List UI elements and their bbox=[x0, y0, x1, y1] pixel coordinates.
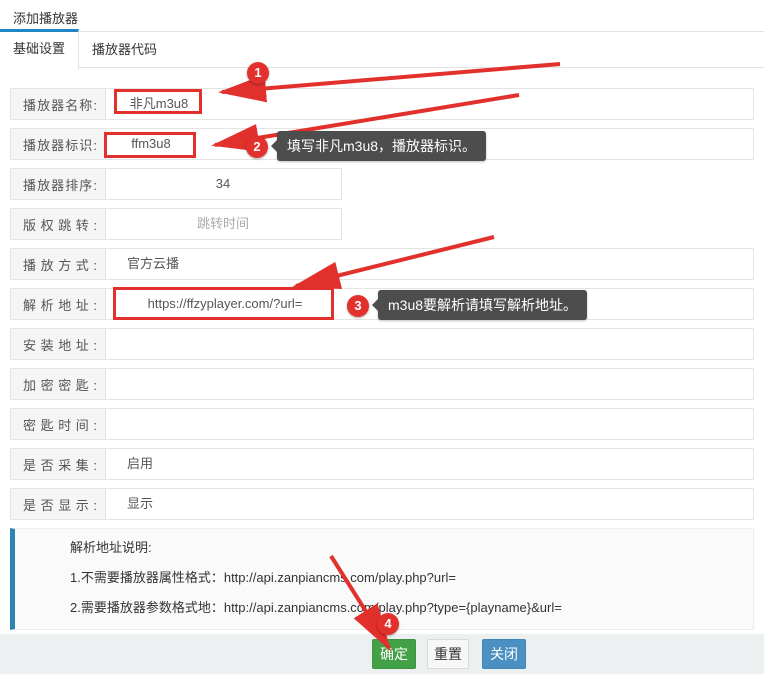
confirm-button[interactable]: 确定 bbox=[372, 639, 416, 669]
dialog-title: 添加播放器 bbox=[0, 0, 764, 31]
help-title: 解析地址说明: bbox=[70, 533, 753, 563]
parse-url-help-box: 解析地址说明: 1.不需要播放器属性格式：http://api.zanpianc… bbox=[10, 528, 754, 630]
form-row-encrypt-key: 加密密匙: bbox=[10, 368, 754, 400]
tab-bar: 基础设置 播放器代码 bbox=[0, 31, 764, 68]
footer-button-group: 确定 重置 关闭 bbox=[372, 639, 526, 669]
encrypt-key-input[interactable] bbox=[105, 369, 753, 399]
close-button[interactable]: 关闭 bbox=[482, 639, 526, 669]
player-code-label: 播放器标识: bbox=[23, 135, 97, 154]
player-order-label: 播放器排序: bbox=[23, 175, 97, 194]
player-name-input[interactable]: 非凡m3u8 bbox=[115, 89, 203, 119]
parse-url-label: 解析地址: bbox=[23, 295, 97, 314]
form-row-player-name: 播放器名称: 非凡m3u8 bbox=[10, 88, 754, 120]
key-time-input[interactable] bbox=[105, 409, 753, 439]
play-mode-select[interactable]: 官方云播 bbox=[105, 249, 753, 279]
form-row-player-order: 播放器排序: 34 bbox=[10, 168, 342, 200]
display-enabled-label: 是否显示: bbox=[23, 495, 97, 514]
form-row-copyright-jump: 版权跳转: 跳转时间 bbox=[10, 208, 342, 240]
dialog-footer: 确定 重置 关闭 bbox=[0, 634, 764, 674]
form-row-player-code: 播放器标识: ffm3u8 bbox=[10, 128, 754, 160]
form-row-collect-enabled: 是否采集: 启用 bbox=[10, 448, 754, 480]
display-enabled-select[interactable]: 显示 bbox=[105, 489, 753, 519]
form-row-play-mode: 播放方式: 官方云播 bbox=[10, 248, 754, 280]
collect-enabled-select[interactable]: 启用 bbox=[105, 449, 753, 479]
player-code-input[interactable]: ffm3u8 bbox=[105, 129, 197, 159]
encrypt-key-label: 加密密匙: bbox=[23, 375, 97, 394]
player-order-input[interactable]: 34 bbox=[105, 169, 341, 199]
key-time-label: 密匙时间: bbox=[23, 415, 97, 434]
install-url-input[interactable] bbox=[105, 329, 753, 359]
player-form: 播放器名称: 非凡m3u8 播放器标识: ffm3u8 播放器排序: 34 版权… bbox=[0, 88, 764, 520]
help-line-2: 2.需要播放器参数格式地：http://api.zanpiancms.com/p… bbox=[70, 593, 753, 623]
tab-player-code[interactable]: 播放器代码 bbox=[79, 32, 170, 68]
reset-button[interactable]: 重置 bbox=[427, 639, 469, 669]
play-mode-label: 播放方式: bbox=[23, 255, 97, 274]
form-row-install-url: 安装地址: bbox=[10, 328, 754, 360]
install-url-label: 安装地址: bbox=[23, 335, 97, 354]
tab-basic-settings[interactable]: 基础设置 bbox=[0, 29, 79, 69]
collect-enabled-label: 是否采集: bbox=[23, 455, 97, 474]
form-row-display-enabled: 是否显示: 显示 bbox=[10, 488, 754, 520]
copyright-jump-input[interactable]: 跳转时间 bbox=[105, 209, 341, 239]
parse-url-input[interactable]: https://ffzyplayer.com/?url= bbox=[115, 289, 335, 319]
player-name-label: 播放器名称: bbox=[23, 95, 97, 114]
help-line-1: 1.不需要播放器属性格式：http://api.zanpiancms.com/p… bbox=[70, 563, 753, 593]
form-row-key-time: 密匙时间: bbox=[10, 408, 754, 440]
form-row-parse-url: 解析地址: https://ffzyplayer.com/?url= bbox=[10, 288, 754, 320]
copyright-jump-label: 版权跳转: bbox=[23, 215, 97, 234]
